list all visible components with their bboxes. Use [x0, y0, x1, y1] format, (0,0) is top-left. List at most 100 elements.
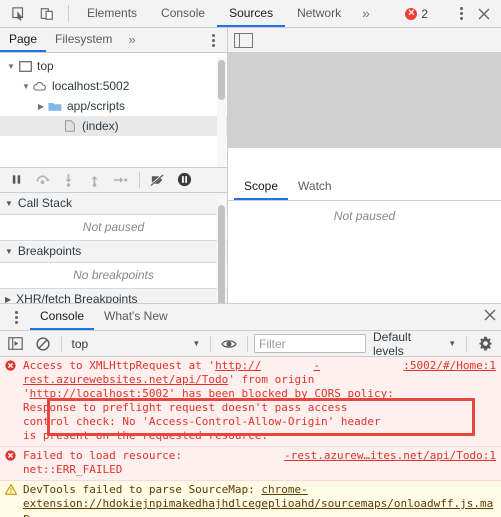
breakpoints-empty: No breakpoints	[0, 262, 227, 289]
toolbar-divider	[68, 5, 69, 22]
pause-on-exceptions-button[interactable]	[172, 169, 197, 191]
tab-filesystem[interactable]: Filesystem	[46, 28, 121, 52]
debugger-sidebar-scrollbar[interactable]	[217, 194, 226, 303]
message-source-link[interactable]: -rest.azurew…ites.net/api/Todo:1	[284, 449, 496, 463]
section-title: XHR/fetch Breakpoints	[16, 292, 138, 303]
folder-icon	[47, 101, 63, 112]
tab-scope[interactable]: Scope	[234, 175, 289, 200]
console-message-warning-sourcemap[interactable]: DevTools failed to parse SourceMap: chro…	[0, 481, 501, 517]
inspect-element-icon[interactable]	[8, 4, 30, 24]
error-icon	[5, 449, 19, 465]
console-message-error-failed[interactable]: Failed to load resource: net::ERR_FAILED…	[0, 447, 501, 481]
console-toolbar-divider-3	[247, 335, 249, 352]
console-filter-input[interactable]	[254, 334, 367, 353]
step-button[interactable]	[108, 169, 133, 191]
frame-icon	[17, 60, 33, 72]
section-title: Breakpoints	[17, 244, 82, 258]
left-column: Page Filesystem » ▼ top ▼ localhost:5002…	[0, 28, 228, 303]
step-into-button[interactable]	[56, 169, 81, 191]
console-toolbar: top ▼ Default levels ▼	[0, 330, 501, 358]
document-icon	[62, 120, 78, 132]
tab-watch[interactable]: Watch	[288, 175, 342, 200]
debugger-sidebar: ▼ Call Stack Not paused ▼ Breakpoints No…	[0, 192, 227, 303]
error-icon	[405, 7, 418, 20]
chevron-down-icon: ▼	[448, 339, 457, 348]
tree-item-localhost[interactable]: ▼ localhost:5002	[0, 76, 227, 96]
drawer-tab-bar: Console What's New	[0, 304, 501, 331]
console-message-error-cors[interactable]: Access to XMLHttpRequest at 'http://-res…	[0, 357, 501, 447]
editor-placeholder-white	[228, 147, 501, 175]
close-icon[interactable]	[473, 3, 495, 25]
chevron-down-icon: ▼	[5, 246, 13, 256]
error-icon	[5, 359, 19, 375]
scope-watch-tabs: Scope Watch	[228, 174, 501, 201]
debugger-toolbar-divider	[139, 171, 140, 188]
tree-item-label: top	[37, 59, 54, 73]
console-messages: Access to XMLHttpRequest at 'http:// -res…	[0, 357, 501, 517]
navigator-tab-bar: Page Filesystem »	[0, 28, 227, 53]
show-navigator-icon[interactable]	[234, 32, 253, 48]
execution-context-value: top	[71, 336, 89, 351]
editor-placeholder	[228, 53, 501, 148]
error-count-badge[interactable]: 2	[399, 7, 434, 21]
tab-console[interactable]: Console	[149, 0, 217, 27]
cors-text-1: Access to XMLHttpRequest at '	[23, 359, 216, 372]
main-toolbar-right: 2	[399, 0, 501, 27]
console-sidebar-icon[interactable]	[4, 333, 28, 355]
drawer-menu-icon[interactable]	[6, 307, 26, 327]
cloud-icon	[32, 81, 48, 92]
kebab-menu-icon[interactable]	[451, 4, 471, 24]
console-toolbar-divider-4	[466, 335, 468, 352]
more-tabs-button[interactable]: »	[353, 0, 379, 27]
log-levels-selector[interactable]: Default levels ▼	[369, 330, 460, 358]
tree-item-label: (index)	[82, 119, 119, 133]
sources-panel: Page Filesystem » ▼ top ▼ localhost:5002…	[0, 28, 501, 303]
drawer-close-icon[interactable]	[479, 304, 501, 326]
scope-content: Not paused	[228, 200, 501, 303]
request-url-link[interactable]: http://	[215, 359, 261, 372]
navigator-more-button[interactable]: »	[121, 28, 142, 52]
main-tab-bar: Elements Console Sources Network » 2	[0, 0, 501, 28]
drawer-tab-console[interactable]: Console	[30, 304, 95, 330]
message-source-link[interactable]: :5002/#/Home:1	[403, 359, 496, 373]
tree-item-label: app/scripts	[67, 99, 126, 113]
execution-context-selector[interactable]: top ▼	[67, 334, 205, 353]
tab-sources[interactable]: Sources	[217, 0, 286, 27]
section-title: Call Stack	[17, 196, 72, 210]
scope-empty-message: Not paused	[333, 208, 396, 223]
scope-panel-toolbar	[228, 28, 501, 53]
device-toolbar-icon[interactable]	[36, 4, 58, 24]
settings-gear-icon[interactable]	[473, 333, 497, 355]
devtools-window: Elements Console Sources Network » 2	[0, 0, 501, 517]
file-tree-scrollbar[interactable]	[217, 57, 226, 167]
console-message-text: DevTools failed to parse SourceMap: chro…	[23, 483, 496, 517]
twisty-icon[interactable]: ▶	[35, 102, 47, 111]
step-out-button[interactable]	[82, 169, 107, 191]
deactivate-breakpoints-button[interactable]	[146, 169, 171, 191]
tree-item-app-scripts[interactable]: ▶ app/scripts	[0, 96, 227, 116]
tab-elements[interactable]: Elements	[75, 0, 149, 27]
tree-item-top[interactable]: ▼ top	[0, 56, 227, 76]
step-over-button[interactable]	[30, 169, 55, 191]
section-call-stack[interactable]: ▼ Call Stack	[0, 192, 227, 215]
tab-page[interactable]: Page	[0, 28, 47, 52]
navigator-menu-icon[interactable]	[203, 30, 223, 50]
tree-item-index[interactable]: (index)	[0, 116, 227, 136]
live-expression-eye-icon[interactable]	[217, 333, 241, 355]
origin-url-link[interactable]: http://localhost:5002	[30, 387, 169, 400]
error-count: 2	[421, 6, 428, 21]
file-tree: ▼ top ▼ localhost:5002 ▶ app/scripts (in…	[0, 53, 227, 167]
drawer-tab-whats-new[interactable]: What's New	[94, 304, 178, 330]
log-levels-label: Default levels	[373, 329, 412, 358]
main-toolbar-icons	[0, 0, 62, 27]
resume-pause-button[interactable]	[4, 169, 29, 191]
tab-network[interactable]: Network	[285, 0, 353, 27]
chevron-down-icon: ▼	[5, 198, 13, 208]
console-toolbar-divider-1	[60, 335, 62, 352]
section-breakpoints[interactable]: ▼ Breakpoints	[0, 240, 227, 263]
twisty-icon[interactable]: ▼	[5, 62, 17, 71]
panel-tabs: Elements Console Sources Network »	[75, 0, 379, 27]
clear-console-icon[interactable]	[31, 333, 55, 355]
section-xhr-breakpoints[interactable]: ▶ XHR/fetch Breakpoints	[0, 288, 227, 303]
twisty-icon[interactable]: ▼	[20, 82, 32, 91]
